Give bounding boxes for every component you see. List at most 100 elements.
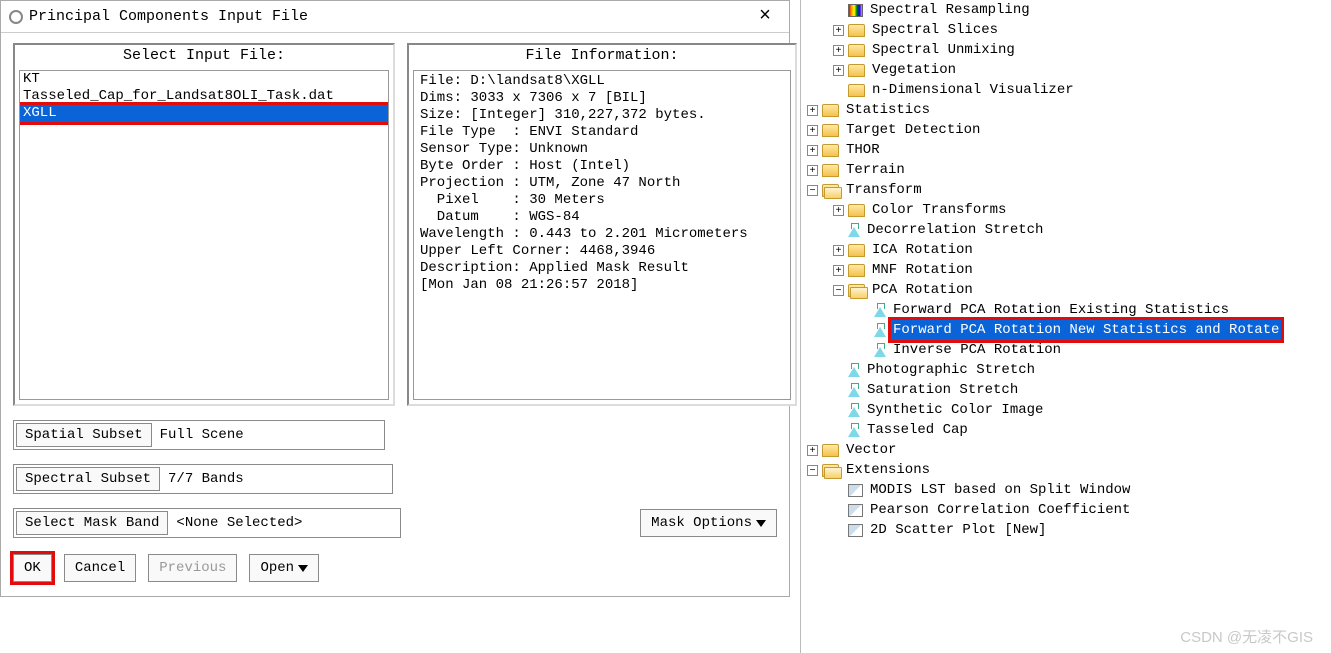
- folder-icon: [848, 24, 865, 37]
- tree-node[interactable]: + Terrain: [801, 160, 1330, 180]
- ok-button[interactable]: OK: [13, 554, 52, 582]
- tree-label[interactable]: Spectral Slices: [870, 20, 1000, 40]
- tree-node[interactable]: + Vegetation: [801, 60, 1330, 80]
- expand-icon[interactable]: +: [833, 245, 844, 256]
- collapse-icon[interactable]: −: [807, 185, 818, 196]
- open-label: Open: [260, 560, 294, 576]
- tree-node[interactable]: Saturation Stretch: [801, 380, 1330, 400]
- toolbox-tree[interactable]: Spectral Resampling + Spectral Slices + Spec…: [800, 0, 1330, 653]
- tree-label[interactable]: Saturation Stretch: [865, 380, 1020, 400]
- folder-icon: [848, 204, 865, 217]
- tree-node[interactable]: − Transform: [801, 180, 1330, 200]
- mask-options-label: Mask Options: [651, 515, 752, 531]
- tree-node[interactable]: + Statistics: [801, 100, 1330, 120]
- tree-label[interactable]: Forward PCA Rotation New Statistics and …: [891, 320, 1281, 340]
- tree-label[interactable]: Vector: [844, 440, 898, 460]
- tree-node[interactable]: MODIS LST based on Split Window: [801, 480, 1330, 500]
- tree-node[interactable]: Forward PCA Rotation Existing Statistics: [801, 300, 1330, 320]
- expand-icon[interactable]: +: [833, 205, 844, 216]
- tree-node[interactable]: n-Dimensional Visualizer: [801, 80, 1330, 100]
- mask-band-group: Select Mask Band <None Selected>: [13, 508, 401, 538]
- tree-label[interactable]: Transform: [844, 180, 924, 200]
- file-list-item[interactable]: KT: [20, 71, 388, 88]
- tree-spacer: [833, 5, 844, 16]
- tree-spacer: [859, 325, 870, 336]
- tree-spacer: [859, 345, 870, 356]
- tree-label[interactable]: Inverse PCA Rotation: [891, 340, 1063, 360]
- tree-label[interactable]: Spectral Resampling: [868, 0, 1032, 20]
- expand-icon[interactable]: +: [833, 25, 844, 36]
- tree-label[interactable]: Spectral Unmixing: [870, 40, 1017, 60]
- tree-node[interactable]: + Vector: [801, 440, 1330, 460]
- expand-icon[interactable]: +: [807, 165, 818, 176]
- tree-label[interactable]: Statistics: [844, 100, 932, 120]
- tree-node[interactable]: Photographic Stretch: [801, 360, 1330, 380]
- tree-label[interactable]: PCA Rotation: [870, 280, 975, 300]
- tree-label[interactable]: Tasseled Cap: [865, 420, 970, 440]
- file-list-item[interactable]: XGLL: [20, 105, 388, 122]
- tree-node[interactable]: + Color Transforms: [801, 200, 1330, 220]
- select-mask-band-button[interactable]: Select Mask Band: [16, 511, 168, 535]
- tree-node[interactable]: Synthetic Color Image: [801, 400, 1330, 420]
- collapse-icon[interactable]: −: [807, 465, 818, 476]
- tree-label[interactable]: THOR: [844, 140, 882, 160]
- tree-label[interactable]: 2D Scatter Plot [New]: [868, 520, 1048, 540]
- tree-node[interactable]: Inverse PCA Rotation: [801, 340, 1330, 360]
- expand-icon[interactable]: +: [833, 45, 844, 56]
- tree-node[interactable]: + Spectral Slices: [801, 20, 1330, 40]
- expand-icon[interactable]: +: [807, 145, 818, 156]
- tree-node[interactable]: 2D Scatter Plot [New]: [801, 520, 1330, 540]
- input-file-list[interactable]: KTTasseled_Cap_for_Landsat8OLI_Task.datX…: [19, 70, 389, 400]
- tree-node[interactable]: + Target Detection: [801, 120, 1330, 140]
- tree-label[interactable]: Vegetation: [870, 60, 958, 80]
- tree-label[interactable]: Color Transforms: [870, 200, 1008, 220]
- expand-icon[interactable]: +: [807, 125, 818, 136]
- tree-spacer: [833, 505, 844, 516]
- tree-node[interactable]: Forward PCA Rotation New Statistics and …: [801, 320, 1330, 340]
- expand-icon[interactable]: +: [833, 265, 844, 276]
- tree-label[interactable]: n-Dimensional Visualizer: [870, 80, 1076, 100]
- tree-node[interactable]: Tasseled Cap: [801, 420, 1330, 440]
- tree-node[interactable]: + ICA Rotation: [801, 240, 1330, 260]
- tree-label[interactable]: Forward PCA Rotation Existing Statistics: [891, 300, 1231, 320]
- tree-label[interactable]: Target Detection: [844, 120, 982, 140]
- chevron-down-icon: [298, 565, 308, 572]
- tree-node[interactable]: − PCA Rotation: [801, 280, 1330, 300]
- tree-node[interactable]: + Spectral Unmixing: [801, 40, 1330, 60]
- expand-icon[interactable]: +: [807, 445, 818, 456]
- folder-icon: [848, 244, 865, 257]
- tree-node[interactable]: + MNF Rotation: [801, 260, 1330, 280]
- tree-label[interactable]: Pearson Correlation Coefficient: [868, 500, 1132, 520]
- tree-label[interactable]: Terrain: [844, 160, 907, 180]
- tree-label[interactable]: MNF Rotation: [870, 260, 975, 280]
- collapse-icon[interactable]: −: [833, 285, 844, 296]
- tree-node[interactable]: + THOR: [801, 140, 1330, 160]
- expand-icon[interactable]: +: [807, 105, 818, 116]
- previous-button: Previous: [148, 554, 237, 582]
- expand-icon[interactable]: +: [833, 65, 844, 76]
- close-icon[interactable]: ×: [749, 5, 781, 28]
- file-list-item[interactable]: Tasseled_Cap_for_Landsat8OLI_Task.dat: [20, 88, 388, 105]
- tree-label[interactable]: Decorrelation Stretch: [865, 220, 1045, 240]
- tree-label[interactable]: Photographic Stretch: [865, 360, 1037, 380]
- tree-label[interactable]: Synthetic Color Image: [865, 400, 1045, 420]
- tree-spacer: [833, 425, 844, 436]
- cancel-button[interactable]: Cancel: [64, 554, 136, 582]
- tree-node[interactable]: Pearson Correlation Coefficient: [801, 500, 1330, 520]
- spatial-subset-button[interactable]: Spatial Subset: [16, 423, 152, 447]
- tree-node[interactable]: − Extensions: [801, 460, 1330, 480]
- open-button[interactable]: Open: [249, 554, 319, 582]
- spectral-subset-button[interactable]: Spectral Subset: [16, 467, 160, 491]
- folder-icon: [822, 164, 839, 177]
- tree-label[interactable]: ICA Rotation: [870, 240, 975, 260]
- tool-icon: [874, 323, 886, 337]
- chevron-down-icon: [756, 520, 766, 527]
- folder-icon: [822, 144, 839, 157]
- spectrum-icon: [848, 4, 863, 17]
- tree-label[interactable]: MODIS LST based on Split Window: [868, 480, 1132, 500]
- tree-label[interactable]: Extensions: [844, 460, 932, 480]
- folder-icon: [822, 444, 839, 457]
- tree-node[interactable]: Decorrelation Stretch: [801, 220, 1330, 240]
- mask-options-button[interactable]: Mask Options: [640, 509, 777, 537]
- tree-node[interactable]: Spectral Resampling: [801, 0, 1330, 20]
